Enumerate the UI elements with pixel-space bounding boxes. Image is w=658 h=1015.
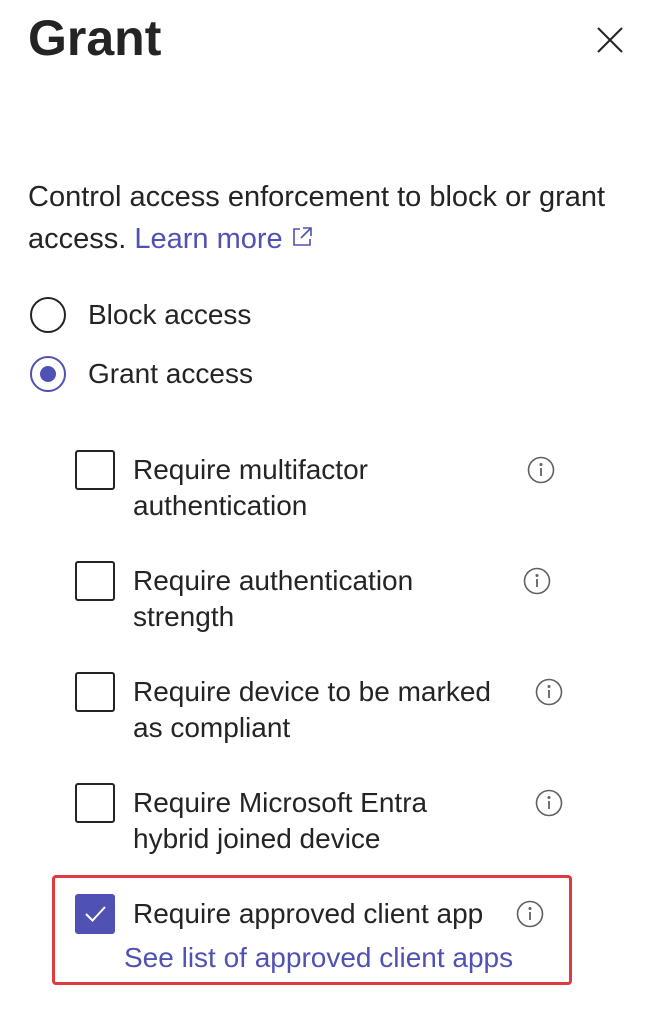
checkbox[interactable]	[75, 672, 115, 712]
checkbox-label: Require approved client app	[133, 898, 484, 929]
info-icon[interactable]	[534, 677, 564, 707]
description: Control access enforcement to block or g…	[28, 176, 628, 260]
radio-button[interactable]	[30, 297, 66, 333]
checkbox-label: Require Microsoft Entra hybrid joined de…	[133, 787, 428, 854]
checkbox[interactable]	[75, 450, 115, 490]
radio-block-access[interactable]: Block access	[30, 295, 251, 335]
radio-button[interactable]	[30, 356, 66, 392]
close-button[interactable]	[592, 22, 628, 58]
panel-title: Grant	[28, 10, 162, 66]
checkmark-icon	[85, 906, 106, 922]
info-icon[interactable]	[515, 899, 545, 929]
checkbox[interactable]	[75, 783, 115, 823]
checkbox-label: Require multifactor authentication	[133, 454, 368, 521]
checkbox-label: Require device to be marked as compliant	[133, 676, 491, 743]
checkbox-label: Require authentication strength	[133, 565, 414, 632]
info-icon[interactable]	[526, 455, 556, 485]
close-icon	[597, 27, 623, 53]
radio-label: Grant access	[88, 358, 253, 389]
checkbox[interactable]	[75, 561, 115, 601]
checkbox[interactable]	[75, 894, 115, 934]
radio-label: Block access	[88, 299, 252, 330]
external-link-icon	[292, 227, 312, 246]
radio-grant-access[interactable]: Grant access	[30, 354, 253, 394]
approved-apps-link[interactable]: See list of approved client apps	[124, 940, 513, 976]
info-icon[interactable]	[534, 788, 564, 818]
info-icon[interactable]	[522, 566, 552, 596]
description-text: Control access enforcement to block or g…	[28, 181, 606, 255]
learn-more-link[interactable]: Learn more	[134, 223, 314, 255]
